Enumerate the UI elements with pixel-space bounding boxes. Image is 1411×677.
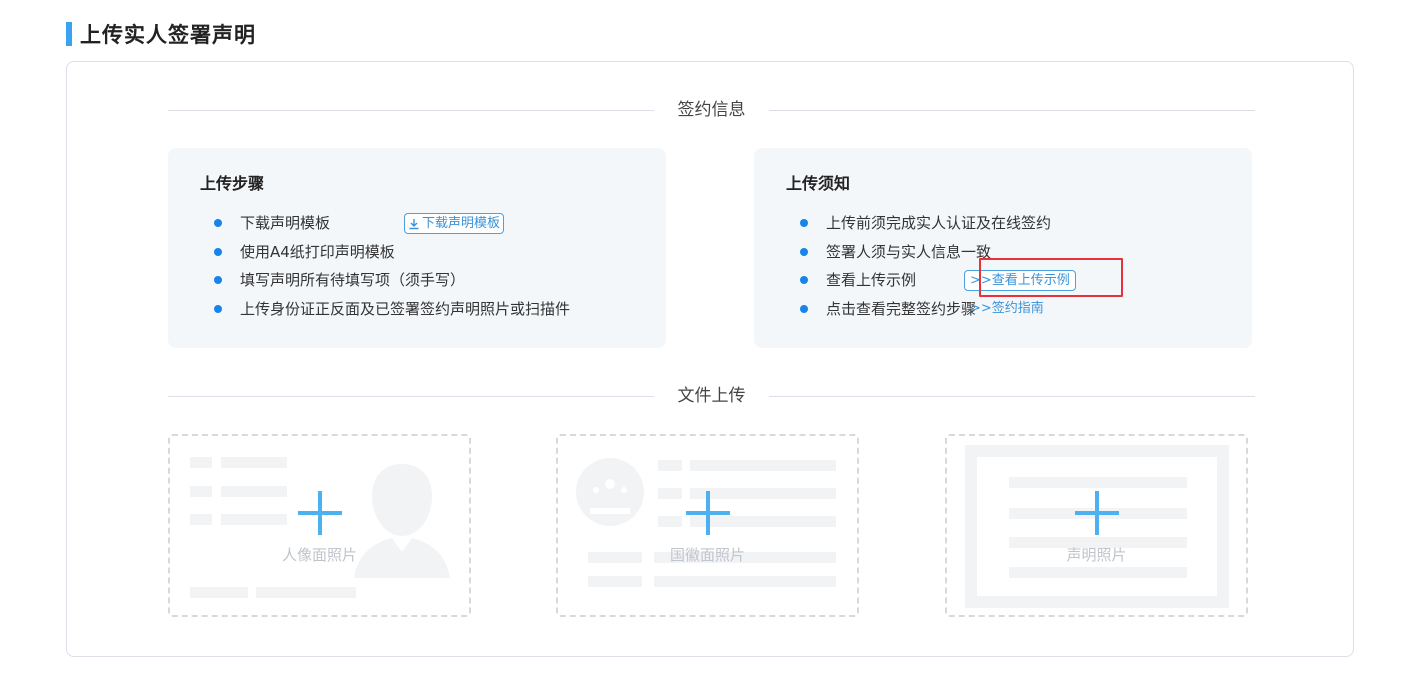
download-template-label: 下载声明模板 bbox=[422, 216, 501, 231]
list-item: 填写声明所有待填写项（须手写） bbox=[214, 269, 570, 298]
list-item: 使用A4纸打印声明模板 bbox=[214, 241, 570, 270]
page-header: 上传实人签署声明 bbox=[66, 21, 256, 47]
upload-portrait-caption: 人像面照片 bbox=[281, 546, 357, 564]
upload-notice-list: 上传前须完成实人认证及在线签约 签署人须与实人信息一致 查看上传示例 >>查看上… bbox=[800, 212, 1076, 327]
list-item: 上传身份证正反面及已签署签约声明照片或扫描件 bbox=[214, 298, 570, 327]
page-title: 上传实人签署声明 bbox=[80, 23, 256, 47]
step-text: 下载声明模板 bbox=[240, 214, 331, 232]
notice-text: 上传前须完成实人认证及在线签约 bbox=[826, 214, 1052, 232]
view-upload-example-button[interactable]: >>查看上传示例 bbox=[964, 270, 1076, 292]
step-text: 使用A4纸打印声明模板 bbox=[240, 242, 395, 261]
bullet-icon bbox=[214, 219, 222, 227]
step-text: 填写声明所有待填写项（须手写） bbox=[240, 271, 466, 290]
list-item: 签署人须与实人信息一致 bbox=[800, 241, 1051, 270]
title-accent-bar bbox=[66, 22, 72, 46]
bullet-icon bbox=[214, 304, 222, 313]
notice-text: 签署人须与实人信息一致 bbox=[826, 242, 992, 261]
upload-statement-caption: 声明照片 bbox=[1066, 546, 1127, 564]
divider-line-right bbox=[769, 396, 1255, 397]
upload-steps-title: 上传步骤 bbox=[200, 174, 265, 193]
sign-guide-link[interactable]: >>签约指南 bbox=[970, 298, 1044, 320]
upload-emblem-side[interactable]: 国徽面照片 bbox=[556, 434, 859, 617]
upload-notice-title: 上传须知 bbox=[786, 174, 851, 193]
list-item: 点击查看完整签约步骤 >>签约指南 bbox=[800, 298, 1051, 327]
list-item: 查看上传示例 >>查看上传示例 bbox=[800, 269, 1076, 298]
plus-icon bbox=[686, 491, 730, 535]
step-text: 上传身份证正反面及已签署签约声明照片或扫描件 bbox=[240, 299, 571, 318]
bullet-icon bbox=[800, 247, 808, 256]
divider-line-right bbox=[769, 110, 1255, 111]
bullet-icon bbox=[800, 219, 808, 227]
upload-statement-photo[interactable]: 声明照片 bbox=[945, 434, 1248, 617]
upload-steps-card: 上传步骤 下载声明模板 下载声明模板 使用A4纸打印声明模板 填写声明所有待填写… bbox=[168, 148, 666, 348]
list-item: 上传前须完成实人认证及在线签约 bbox=[800, 212, 1051, 241]
bullet-icon bbox=[800, 276, 808, 285]
plus-icon bbox=[298, 491, 342, 535]
main-panel: 签约信息 上传步骤 下载声明模板 下载声明模板 使用A4纸打印声明模板 填写声明… bbox=[66, 61, 1354, 657]
upload-emblem-caption: 国徽面照片 bbox=[669, 546, 745, 564]
plus-icon bbox=[1075, 491, 1119, 535]
notice-text: 查看上传示例 bbox=[826, 271, 917, 290]
bullet-icon bbox=[214, 247, 222, 256]
bullet-icon bbox=[800, 304, 808, 313]
bullet-icon bbox=[214, 276, 222, 285]
download-template-button[interactable]: 下载声明模板 bbox=[404, 213, 505, 234]
section-divider-sign-info: 签约信息 bbox=[168, 100, 1255, 120]
list-item: 下载声明模板 下载声明模板 bbox=[214, 212, 570, 241]
upload-notice-card: 上传须知 上传前须完成实人认证及在线签约 签署人须与实人信息一致 查看上传示例 … bbox=[754, 148, 1252, 348]
notice-text: 点击查看完整签约步骤 bbox=[826, 299, 977, 318]
upload-steps-list: 下载声明模板 下载声明模板 使用A4纸打印声明模板 填写声明所有待填写项（须手写… bbox=[214, 212, 570, 326]
section-divider-file-upload: 文件上传 bbox=[168, 386, 1255, 406]
download-icon bbox=[409, 218, 419, 229]
upload-portrait-side[interactable]: 人像面照片 bbox=[168, 434, 471, 617]
